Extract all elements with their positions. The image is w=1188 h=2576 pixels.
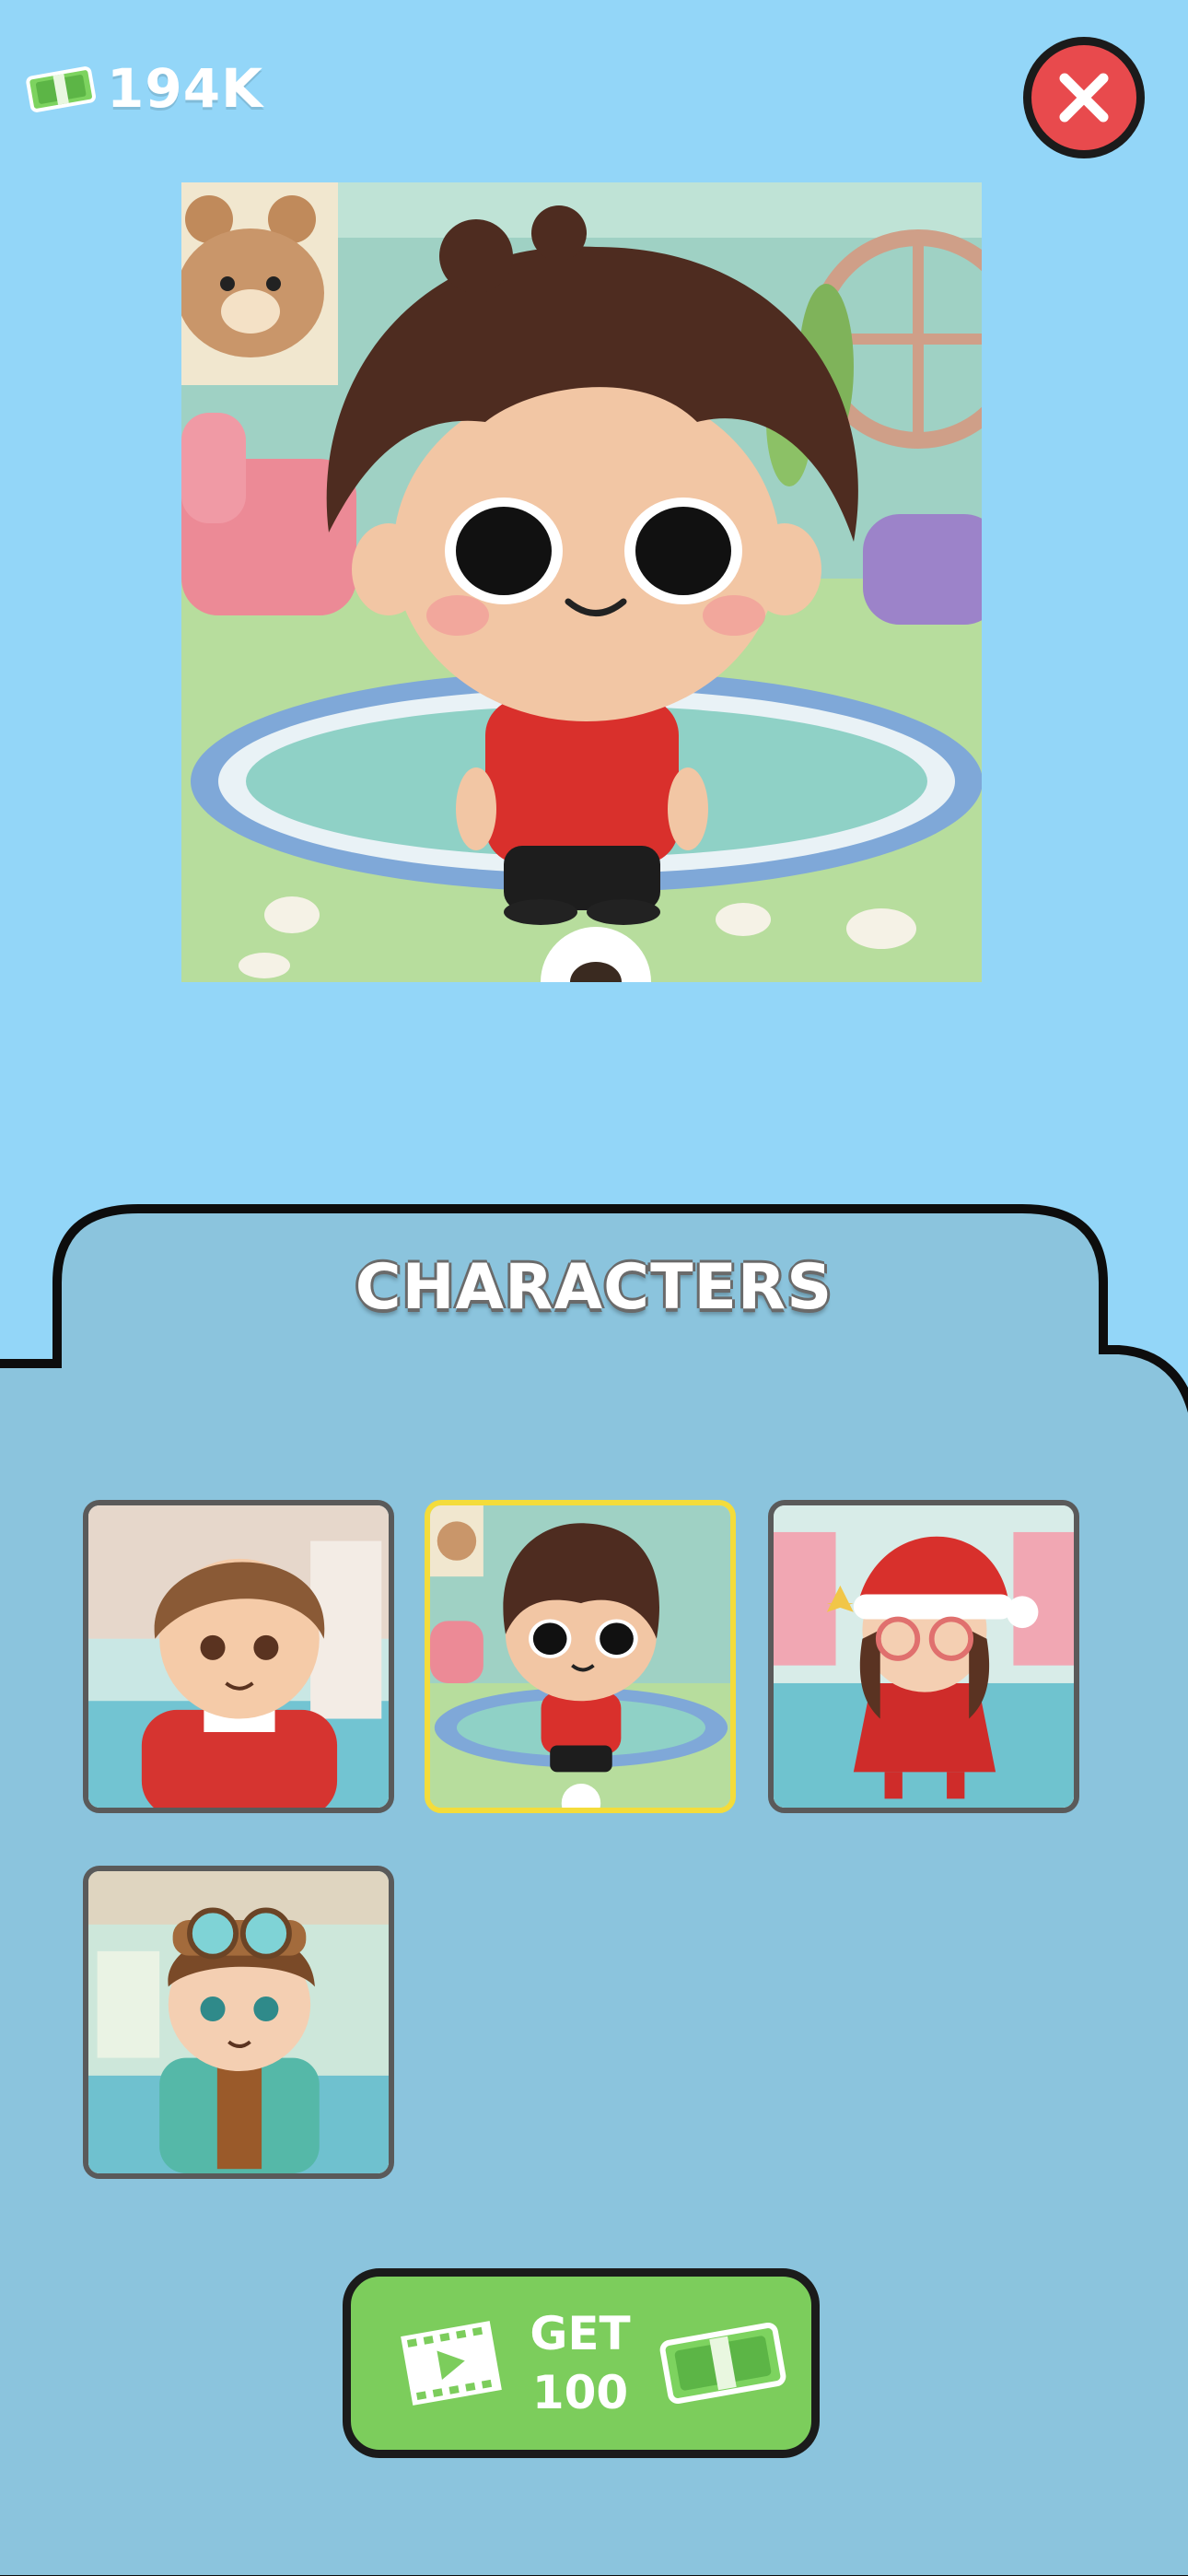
get-reward-label: GET 100 <box>530 2304 630 2422</box>
get-reward-button[interactable]: GET 100 <box>343 2268 820 2458</box>
character-preview-image <box>181 182 982 982</box>
character-card-curly-hair-boy[interactable] <box>425 1500 736 1813</box>
currency-display: 194K <box>24 57 263 120</box>
character-card-boy-red-sweater[interactable] <box>83 1500 394 1813</box>
panel-title: CHARACTERS <box>355 1251 833 1324</box>
character-card-aviator-boy[interactable] <box>83 1866 394 2179</box>
close-button[interactable] <box>1023 37 1145 158</box>
currency-amount: 194K <box>107 57 264 120</box>
get-reward-line1: GET <box>530 2307 631 2360</box>
get-reward-amount: 100 <box>531 2366 629 2419</box>
cash-bill-icon <box>659 2322 786 2405</box>
cash-bill-icon <box>26 66 96 112</box>
character-card-girl-santa-hat[interactable] <box>768 1500 1079 1813</box>
close-x-icon <box>1059 73 1109 123</box>
video-film-icon <box>401 2321 502 2406</box>
